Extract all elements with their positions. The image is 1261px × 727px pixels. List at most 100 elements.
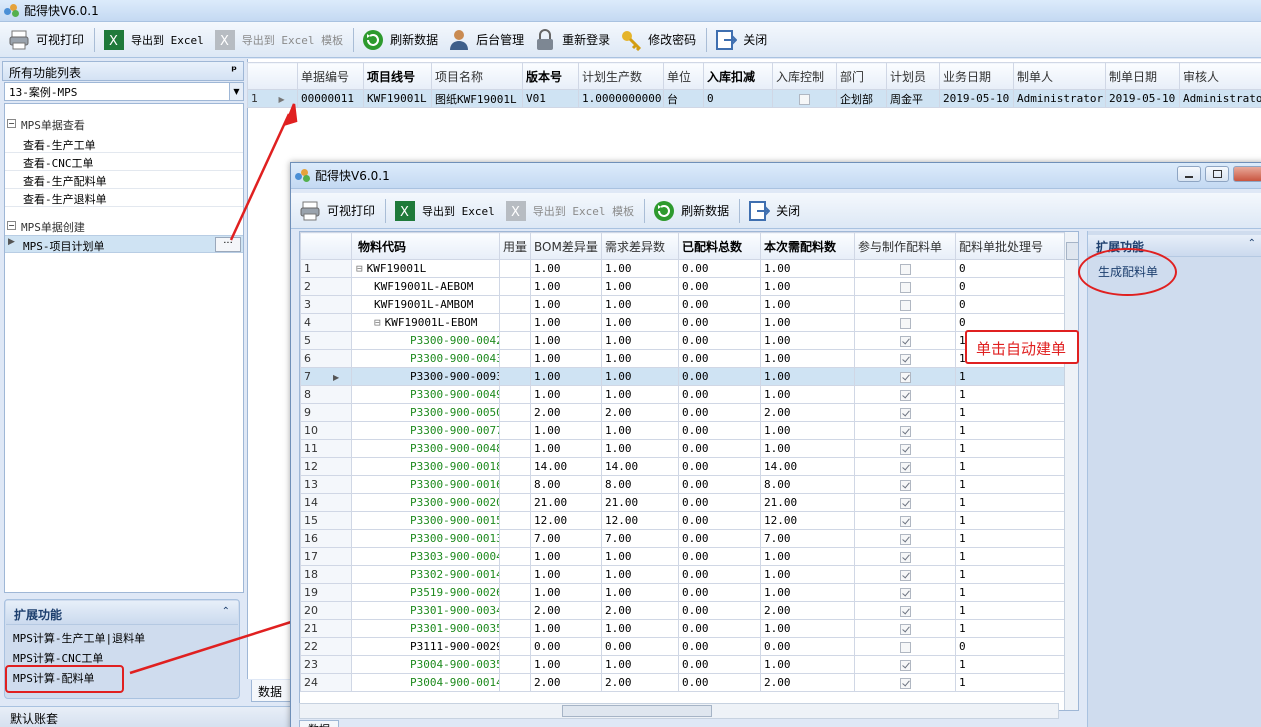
quantity-cell[interactable] [499, 493, 531, 512]
req-cell[interactable]: 1.00 [601, 349, 679, 368]
quantity-cell[interactable] [499, 403, 531, 422]
quantity-cell[interactable] [499, 529, 531, 548]
material-code-cell[interactable]: P3301-900-0035 [351, 619, 500, 638]
material-code-cell[interactable]: P3300-900-0093 [351, 367, 500, 386]
material-code-cell[interactable]: KWF19001L-AMBOM [351, 295, 500, 314]
checkbox[interactable] [899, 641, 911, 653]
material-code-cell[interactable]: P3301-900-0034 [351, 601, 500, 620]
done-cell[interactable]: 0.00 [678, 601, 761, 620]
batch-cell[interactable]: 0 [955, 259, 1078, 278]
window-close-button[interactable] [1233, 166, 1261, 182]
bom-cell[interactable]: 1.00 [530, 277, 602, 296]
req-cell[interactable]: 1.00 [601, 295, 679, 314]
child-refresh-button[interactable]: 刷新数据 [649, 196, 735, 226]
table-row[interactable]: 17 P3303-900-0004 1.00 1.00 0.00 1.00 1 [300, 547, 1078, 566]
checkbox[interactable] [899, 587, 911, 599]
column-header[interactable]: 需求差异数 [601, 232, 679, 260]
batch-cell[interactable]: 1 [955, 385, 1078, 404]
material-code-cell[interactable]: P3300-900-0050 [351, 403, 500, 422]
participate-cell[interactable] [854, 277, 956, 296]
material-code-cell[interactable]: P3300-900-0015 [351, 511, 500, 530]
quantity-cell[interactable] [499, 259, 531, 278]
need-cell[interactable]: 1.00 [760, 259, 855, 278]
batch-cell[interactable]: 1 [955, 565, 1078, 584]
bom-cell[interactable]: 1.00 [530, 367, 602, 386]
checkbox[interactable] [899, 371, 911, 383]
checkbox[interactable] [899, 353, 911, 365]
need-cell[interactable]: 12.00 [760, 511, 855, 530]
batch-cell[interactable]: 1 [955, 511, 1078, 530]
quantity-cell[interactable] [499, 619, 531, 638]
participate-cell[interactable] [854, 529, 956, 548]
done-cell[interactable]: 0.00 [678, 637, 761, 656]
child-print-button[interactable]: 可视打印 [295, 196, 381, 226]
checkbox[interactable] [899, 605, 911, 617]
quantity-cell[interactable] [499, 295, 531, 314]
table-row[interactable]: 1 ⊟ KWF19001L 1.00 1.00 0.00 1.00 0 [300, 259, 1078, 278]
batch-cell[interactable]: 1 [955, 457, 1078, 476]
checkbox[interactable] [899, 515, 911, 527]
batch-cell[interactable]: 1 [955, 547, 1078, 566]
quantity-cell[interactable] [499, 673, 531, 692]
bom-cell[interactable]: 1.00 [530, 421, 602, 440]
checkbox[interactable] [899, 425, 911, 437]
need-cell[interactable]: 1.00 [760, 313, 855, 332]
batch-cell[interactable]: 1 [955, 619, 1078, 638]
bom-cell[interactable]: 1.00 [530, 619, 602, 638]
column-header[interactable]: 参与制作配料单 [854, 232, 956, 260]
batch-cell[interactable]: 1 [955, 439, 1078, 458]
quantity-cell[interactable] [499, 583, 531, 602]
req-cell[interactable]: 2.00 [601, 673, 679, 692]
quantity-cell[interactable] [499, 511, 531, 530]
child-export-template-button[interactable]: X 导出到 Excel 模板 [501, 196, 640, 226]
done-cell[interactable]: 0.00 [678, 439, 761, 458]
participate-cell[interactable] [854, 655, 956, 674]
req-cell[interactable]: 1.00 [601, 421, 679, 440]
quantity-cell[interactable] [499, 601, 531, 620]
req-cell[interactable]: 12.00 [601, 511, 679, 530]
bom-cell[interactable]: 1.00 [530, 439, 602, 458]
bom-cell[interactable]: 2.00 [530, 673, 602, 692]
checkbox[interactable] [899, 659, 911, 671]
req-cell[interactable]: 14.00 [601, 457, 679, 476]
req-cell[interactable]: 1.00 [601, 259, 679, 278]
column-header[interactable]: 配料单批处理号 [955, 232, 1078, 260]
child-export-excel-button[interactable]: X 导出到 Excel [390, 196, 501, 226]
bom-cell[interactable]: 1.00 [530, 259, 602, 278]
material-code-cell[interactable]: P3300-900-0043 [351, 349, 500, 368]
done-cell[interactable]: 0.00 [678, 331, 761, 350]
table-row[interactable]: 10 P3300-900-0077 1.00 1.00 0.00 1.00 1 [300, 421, 1078, 440]
participate-cell[interactable] [854, 457, 956, 476]
bom-cell[interactable]: 1.00 [530, 655, 602, 674]
minimize-button[interactable] [1177, 166, 1201, 182]
maximize-button[interactable] [1205, 166, 1229, 182]
material-code-cell[interactable]: ⊟ KWF19001L-EBOM [351, 313, 500, 332]
bom-cell[interactable]: 12.00 [530, 511, 602, 530]
table-row[interactable]: 16 P3300-900-0013 7.00 7.00 0.00 7.00 1 [300, 529, 1078, 548]
need-cell[interactable]: 1.00 [760, 385, 855, 404]
scrollbar-thumb[interactable] [1066, 242, 1078, 260]
req-cell[interactable]: 1.00 [601, 313, 679, 332]
material-code-cell[interactable]: P3300-900-0016 [351, 475, 500, 494]
material-code-cell[interactable]: P3300-900-0013 [351, 529, 500, 548]
checkbox[interactable] [899, 533, 911, 545]
quantity-cell[interactable] [499, 349, 531, 368]
bom-cell[interactable]: 2.00 [530, 601, 602, 620]
participate-cell[interactable] [854, 385, 956, 404]
req-cell[interactable]: 1.00 [601, 655, 679, 674]
need-cell[interactable]: 2.00 [760, 403, 855, 422]
bom-cell[interactable]: 1.00 [530, 583, 602, 602]
table-row[interactable]: 12 P3300-900-0018 14.00 14.00 0.00 14.00 1 [300, 457, 1078, 476]
req-cell[interactable]: 0.00 [601, 637, 679, 656]
need-cell[interactable]: 1.00 [760, 619, 855, 638]
participate-cell[interactable] [854, 439, 956, 458]
material-code-cell[interactable]: P3303-900-0004 [351, 547, 500, 566]
child-data-tab[interactable]: 数据 [299, 720, 339, 727]
checkbox[interactable] [899, 263, 911, 275]
req-cell[interactable]: 8.00 [601, 475, 679, 494]
table-row[interactable]: 15 P3300-900-0015 12.00 12.00 0.00 12.00 1 [300, 511, 1078, 530]
batch-cell[interactable]: 1 [955, 529, 1078, 548]
batch-cell[interactable]: 1 [955, 421, 1078, 440]
participate-cell[interactable] [854, 403, 956, 422]
done-cell[interactable]: 0.00 [678, 403, 761, 422]
